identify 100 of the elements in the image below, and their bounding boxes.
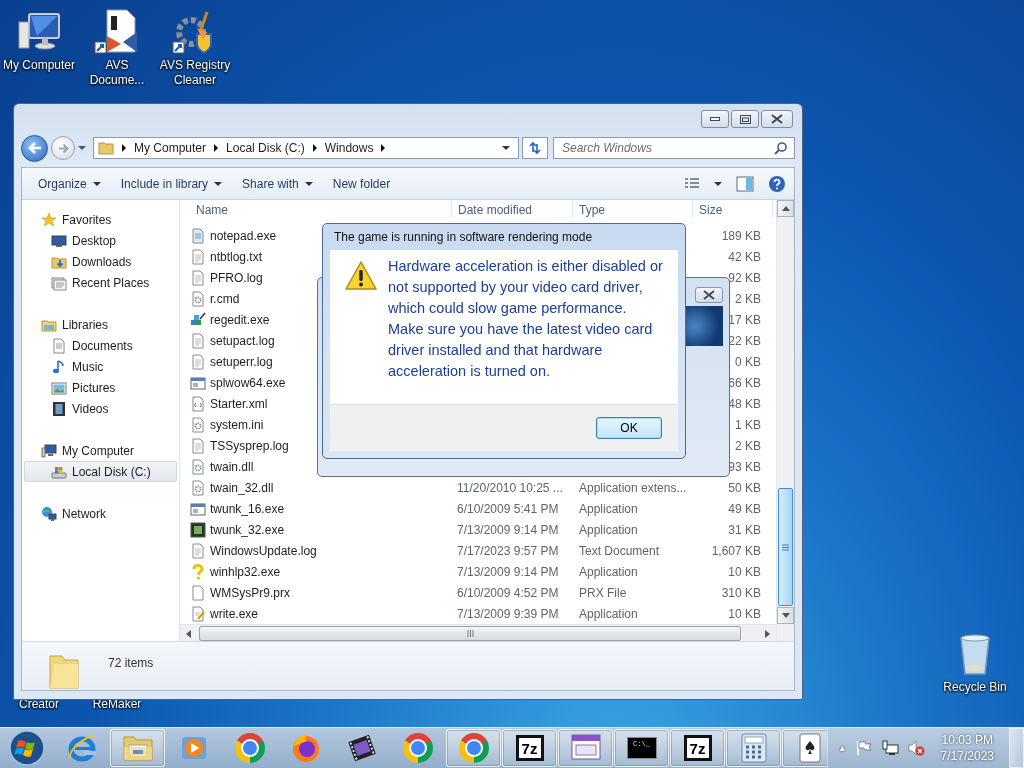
folder-icon — [121, 733, 154, 763]
column-header[interactable]: Name — [180, 200, 452, 218]
table-cell: 1 KB — [735, 417, 761, 432]
file-name[interactable]: notepad.exe — [210, 228, 277, 243]
nav-item[interactable]: Music — [24, 356, 177, 377]
horizontal-scrollbar[interactable] — [180, 624, 776, 642]
file-name[interactable]: WindowsUpdate.log — [210, 543, 317, 558]
file-name[interactable]: system.ini — [210, 417, 264, 432]
nav-item[interactable]: Videos — [24, 398, 177, 419]
network-icon[interactable] — [880, 740, 899, 756]
table-cell: Application extens... — [579, 480, 687, 495]
column-header[interactable]: Type — [573, 200, 693, 218]
column-header[interactable]: Size — [693, 200, 773, 218]
nav-item[interactable]: Libraries — [24, 314, 177, 335]
archive-icon: 7z — [683, 735, 712, 761]
nav-item[interactable]: Downloads — [24, 251, 177, 272]
file-name[interactable]: twain.dll — [210, 459, 254, 474]
list-view-icon — [684, 176, 700, 191]
nav-item[interactable]: Desktop — [24, 230, 177, 251]
file-name[interactable]: ntbtlog.txt — [210, 249, 263, 264]
nav-item[interactable]: Recent Places — [24, 272, 177, 293]
caret-icon — [92, 181, 101, 186]
minimize-button[interactable] — [701, 110, 729, 128]
table-cell: Application — [579, 606, 638, 621]
desktop-icon-label[interactable]: AVS Docume... — [79, 58, 155, 88]
music-note-icon — [51, 358, 67, 375]
help-button[interactable] — [768, 174, 786, 193]
chevron-icon — [381, 144, 386, 152]
status-text: 72 items — [108, 655, 154, 670]
file-name[interactable]: twunk_16.exe — [210, 501, 285, 516]
toolbar-button[interactable]: Share with — [232, 173, 323, 194]
caret-icon[interactable] — [78, 146, 86, 150]
close-button[interactable] — [761, 110, 793, 128]
nav-item[interactable]: Favorites — [24, 209, 177, 230]
file-name[interactable]: Starter.xml — [210, 396, 268, 411]
grip-icon[interactable] — [782, 543, 789, 551]
table-cell: 50 KB — [728, 480, 761, 495]
file-name[interactable]: r.cmd — [210, 291, 240, 306]
view-options-button[interactable] — [684, 176, 722, 191]
scroll-left-arrow-icon[interactable] — [186, 629, 191, 638]
star-icon — [41, 211, 57, 228]
document-icon — [190, 437, 206, 454]
breadcrumb-item[interactable]: My Computer — [134, 141, 207, 155]
blank-document-icon — [190, 584, 206, 601]
volume-muted-icon[interactable] — [907, 740, 926, 756]
search-field[interactable]: Search Windows — [553, 137, 795, 159]
chrome-icon — [458, 733, 489, 763]
recent-places-icon — [51, 274, 67, 291]
file-name[interactable]: twain_32.dll — [210, 480, 274, 495]
taskbar-button[interactable]: 7z — [502, 729, 557, 767]
scroll-down-arrow-icon[interactable] — [781, 613, 790, 618]
desktop-icon-label[interactable]: Creator — [19, 697, 59, 712]
desktop-icon-label[interactable]: My Computer — [3, 58, 75, 73]
file-name[interactable]: PFRO.log — [210, 270, 263, 285]
nav-item[interactable]: Documents — [24, 335, 177, 356]
maximize-button[interactable] — [731, 110, 759, 128]
flag-icon[interactable] — [855, 740, 872, 756]
column-header[interactable]: Date modified — [452, 200, 573, 218]
file-name[interactable]: TSSysprep.log — [210, 438, 289, 453]
caret-icon[interactable] — [502, 146, 510, 150]
ok-button[interactable]: OK — [596, 417, 662, 439]
vertical-scrollbar[interactable] — [776, 200, 794, 641]
table-cell: 42 KB — [728, 249, 761, 264]
nav-item[interactable]: Pictures — [24, 377, 177, 398]
nav-item[interactable]: Network — [24, 503, 177, 524]
scroll-right-arrow-icon[interactable] — [765, 629, 770, 638]
caret-icon — [304, 181, 313, 186]
nav-item[interactable]: Local Disk (C:) — [24, 461, 177, 482]
chrome-icon — [234, 733, 265, 763]
document-icon — [190, 248, 206, 265]
file-name[interactable]: setuperr.log — [210, 354, 273, 369]
address-bar[interactable]: My Computer Local Disk (C:) Windows — [93, 137, 519, 159]
breadcrumb-item[interactable]: Windows — [324, 141, 374, 155]
file-name[interactable]: WMSysPr9.prx — [210, 585, 290, 600]
file-name[interactable]: winhlp32.exe — [210, 564, 281, 579]
grip-icon[interactable] — [466, 630, 474, 637]
window-icon — [569, 733, 602, 763]
file-name[interactable]: regedit.exe — [210, 312, 270, 327]
file-name[interactable]: twunk_32.exe — [210, 522, 285, 537]
desktop-icon-label[interactable]: AVS Registry Cleaner — [157, 58, 233, 88]
file-name[interactable]: splwow64.exe — [210, 375, 286, 390]
scroll-up-arrow-icon[interactable] — [781, 206, 790, 211]
taskbar-button[interactable]: 7z — [670, 729, 725, 767]
chevron-icon — [122, 144, 126, 152]
file-name[interactable]: setupact.log — [210, 333, 275, 348]
table-cell: 17 KB — [728, 312, 761, 327]
file-name[interactable]: write.exe — [210, 606, 259, 621]
desktop-icon-label[interactable]: Recycle Bin — [943, 680, 1007, 695]
toolbar-button[interactable]: Include in library — [110, 173, 233, 194]
gear-document-icon — [190, 290, 206, 307]
nav-item[interactable]: My Computer — [24, 440, 177, 461]
toolbar-button[interactable]: Organize — [28, 173, 111, 194]
taskbar-button[interactable] — [782, 729, 827, 767]
close-button[interactable] — [695, 287, 723, 303]
toolbar-button[interactable]: New folder — [322, 173, 401, 194]
refresh-button[interactable] — [522, 137, 548, 159]
maximize-icon — [739, 114, 751, 124]
breadcrumb-item[interactable]: Local Disk (C:) — [226, 141, 305, 155]
back-button[interactable] — [21, 134, 48, 162]
gear-document-icon — [190, 416, 206, 433]
